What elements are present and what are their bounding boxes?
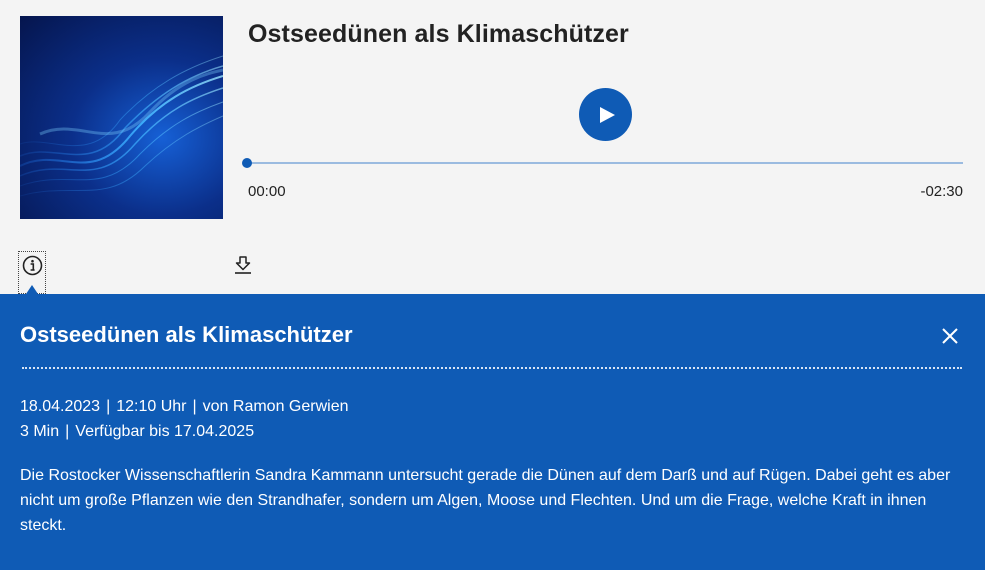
episode-duration: 3 Min bbox=[20, 423, 60, 440]
meta-separator: | bbox=[65, 423, 70, 440]
panel-title: Ostseedünen als Klimaschützer bbox=[20, 322, 353, 347]
panel-divider bbox=[22, 367, 962, 369]
info-icon bbox=[22, 255, 42, 276]
info-caret bbox=[26, 285, 38, 294]
podcast-cover-image bbox=[20, 16, 223, 219]
episode-meta-line-1: 18.04.2023 | 12:10 Uhr | von Ramon Gerwien bbox=[20, 398, 349, 416]
episode-availability: Verfügbar bis 17.04.2025 bbox=[75, 423, 255, 440]
meta-separator: | bbox=[192, 398, 197, 415]
meta-separator: | bbox=[106, 398, 111, 415]
download-icon bbox=[235, 256, 251, 274]
progress-slider[interactable] bbox=[242, 158, 963, 168]
close-icon bbox=[942, 328, 958, 344]
elapsed-time: 00:00 bbox=[248, 183, 286, 200]
episode-date: 18.04.2023 bbox=[20, 398, 101, 415]
remaining-time: -02:30 bbox=[920, 183, 963, 200]
episode-time: 12:10 Uhr bbox=[116, 398, 187, 415]
episode-author: von Ramon Gerwien bbox=[202, 398, 349, 415]
play-button[interactable] bbox=[579, 88, 632, 141]
download-button[interactable] bbox=[233, 254, 253, 276]
progress-handle[interactable] bbox=[242, 158, 252, 168]
play-icon bbox=[600, 106, 615, 123]
episode-meta-line-2: 3 Min | Verfügbar bis 17.04.2025 bbox=[20, 423, 254, 441]
episode-description: Die Rostocker Wissenschaftlerin Sandra K… bbox=[20, 467, 951, 534]
close-button[interactable] bbox=[940, 326, 960, 346]
info-panel: Ostseedünen als Klimaschützer 18.04.2023… bbox=[0, 294, 985, 570]
episode-title: Ostseedünen als Klimaschützer bbox=[248, 20, 629, 48]
